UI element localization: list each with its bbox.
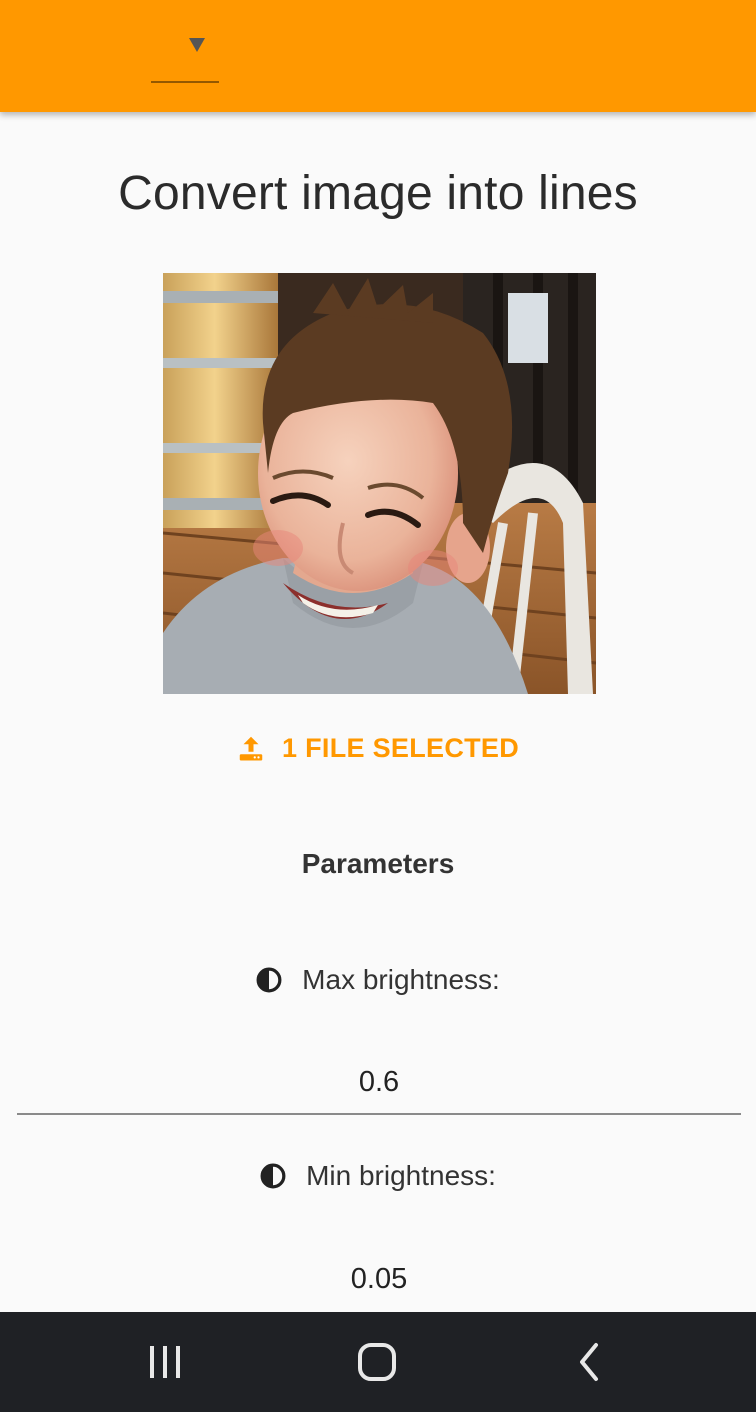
dropdown-arrow-icon [189, 38, 205, 52]
max-brightness-input[interactable] [17, 1051, 741, 1115]
min-brightness-label-text: Min brightness: [306, 1160, 496, 1191]
page-title: Convert image into lines [118, 167, 638, 220]
home-icon[interactable] [357, 1342, 397, 1382]
contrast-icon [256, 967, 282, 993]
app-screen: Convert image into lines 1 FILE SELECTED… [0, 0, 756, 1412]
max-brightness-label: Max brightness: [0, 964, 756, 996]
language-dropdown[interactable] [151, 30, 219, 83]
back-icon[interactable] [570, 1342, 610, 1382]
recents-icon[interactable] [145, 1342, 185, 1382]
min-brightness-input[interactable] [17, 1247, 741, 1311]
max-brightness-label-text: Max brightness: [302, 964, 500, 995]
parameters-heading: Parameters [301, 848, 455, 879]
upload-file-label: 1 FILE SELECTED [282, 732, 520, 763]
selected-image-preview [163, 273, 596, 694]
upload-icon [239, 736, 263, 761]
upload-file-button[interactable]: 1 FILE SELECTED [236, 722, 519, 774]
system-nav-bar [0, 1312, 756, 1412]
app-bar [0, 0, 756, 112]
contrast-icon [260, 1163, 286, 1189]
min-brightness-label: Min brightness: [0, 1160, 756, 1192]
